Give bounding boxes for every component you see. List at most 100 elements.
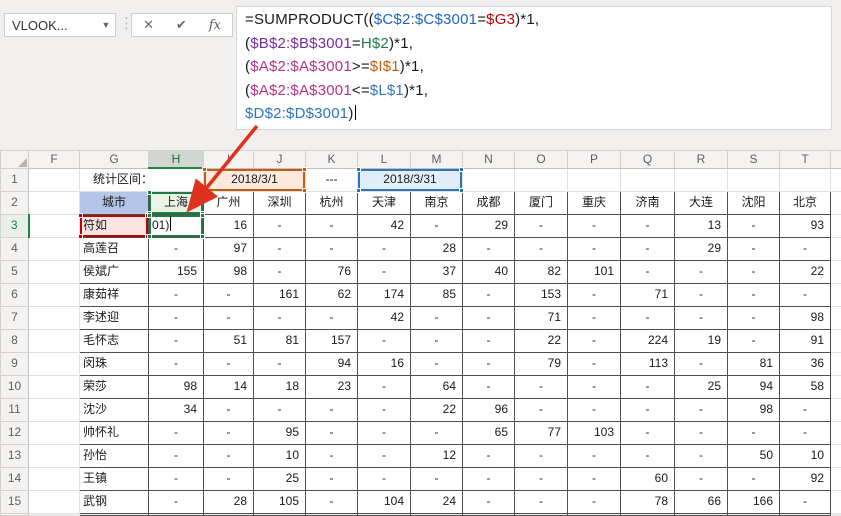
cell-O2-header[interactable]: 厦门 (515, 191, 568, 214)
cell-Q15[interactable]: 78 (621, 490, 675, 513)
cell-I16[interactable] (204, 513, 254, 515)
cell-G16[interactable] (80, 513, 149, 515)
cell-L15[interactable]: 104 (358, 490, 411, 513)
cell-O9[interactable]: 79 (515, 352, 568, 375)
column-header-R[interactable]: R (675, 151, 728, 169)
cell-N4[interactable]: - (463, 237, 515, 260)
cell-K7[interactable]: - (306, 306, 358, 329)
cell-N6[interactable]: - (463, 283, 515, 306)
cell-P6[interactable]: - (568, 283, 621, 306)
cell-L8[interactable]: - (358, 329, 411, 352)
cell-U5[interactable] (831, 260, 841, 283)
cell-N16[interactable] (463, 513, 515, 515)
cell-F15[interactable] (29, 490, 80, 513)
cell-P5[interactable]: 101 (568, 260, 621, 283)
cell-K4[interactable]: - (306, 237, 358, 260)
cell-P4[interactable]: - (568, 237, 621, 260)
range-handle[interactable] (200, 190, 205, 195)
cell-F9[interactable] (29, 352, 80, 375)
cell-O3[interactable]: - (515, 214, 568, 237)
range-handle[interactable] (202, 167, 207, 172)
cell-M15[interactable]: 24 (411, 490, 463, 513)
cell-P14[interactable]: - (568, 467, 621, 490)
cell-N1[interactable] (463, 168, 515, 191)
cell-G14[interactable]: 王镇 (80, 467, 149, 490)
range-handle[interactable] (200, 234, 205, 239)
cell-H15[interactable]: - (149, 490, 204, 513)
cell-F12[interactable] (29, 421, 80, 444)
cell-I11[interactable]: - (204, 398, 254, 421)
cell-F5[interactable] (29, 260, 80, 283)
select-all-corner[interactable] (1, 151, 29, 169)
cell-O5[interactable]: 82 (515, 260, 568, 283)
cell-R5[interactable]: - (675, 260, 728, 283)
cell-R10[interactable]: 25 (675, 375, 728, 398)
cell-T3[interactable]: 93 (780, 214, 831, 237)
row-header-5[interactable]: 5 (1, 260, 29, 283)
column-header-S[interactable]: S (728, 151, 780, 169)
cell-J2-header[interactable]: 深圳 (254, 191, 306, 214)
cell-I3[interactable]: 16 (204, 214, 254, 237)
row-header-2[interactable]: 2 (1, 191, 29, 214)
cell-K14[interactable]: - (306, 467, 358, 490)
cell-I7[interactable]: - (204, 306, 254, 329)
cell-F1[interactable] (29, 168, 80, 191)
cell-I15[interactable]: 28 (204, 490, 254, 513)
cell-H11[interactable]: 34 (149, 398, 204, 421)
cell-O16[interactable] (515, 513, 568, 515)
cell-R6[interactable]: - (675, 283, 728, 306)
cell-H7[interactable]: - (149, 306, 204, 329)
cancel-icon[interactable]: ✕ (143, 17, 154, 33)
cell-Q16[interactable] (621, 513, 675, 515)
row-header-10[interactable]: 10 (1, 375, 29, 398)
row-header-11[interactable]: 11 (1, 398, 29, 421)
cell-U11[interactable] (831, 398, 841, 421)
cell-S5[interactable]: - (728, 260, 780, 283)
cell-K10[interactable]: 23 (306, 375, 358, 398)
cell-K2-header[interactable]: 杭州 (306, 191, 358, 214)
cell-K15[interactable]: - (306, 490, 358, 513)
cell-Q10[interactable]: - (621, 375, 675, 398)
name-box-dropdown-icon[interactable]: ▼ (97, 20, 115, 30)
cell-O11[interactable]: - (515, 398, 568, 421)
cell-S7[interactable]: - (728, 306, 780, 329)
cell-I1-start-date[interactable]: 2018/3/1 (204, 168, 306, 191)
cell-I9[interactable]: - (204, 352, 254, 375)
cell-T4[interactable]: - (780, 237, 831, 260)
column-header-H[interactable]: H (149, 151, 204, 169)
cell-F13[interactable] (29, 444, 80, 467)
cell-H5[interactable]: 155 (149, 260, 204, 283)
range-handle[interactable] (147, 213, 152, 218)
cell-O4[interactable]: - (515, 237, 568, 260)
cell-S10[interactable]: 94 (728, 375, 780, 398)
cell-T8[interactable]: 91 (780, 329, 831, 352)
cell-R16[interactable] (675, 513, 728, 515)
cell-L3[interactable]: 42 (358, 214, 411, 237)
column-header-M[interactable]: M (411, 151, 463, 169)
column-header-G[interactable]: G (80, 151, 149, 169)
cell-U6[interactable] (831, 283, 841, 306)
cell-H4[interactable]: - (149, 237, 204, 260)
cell-N8[interactable]: - (463, 329, 515, 352)
formula-input[interactable]: =SUMPRODUCT(($C$2:$C$3001=$G3)*1,($B$2:$… (236, 6, 832, 130)
cell-K9[interactable]: 94 (306, 352, 358, 375)
range-handle[interactable] (78, 234, 83, 239)
cell-P3[interactable]: - (568, 214, 621, 237)
cell-O13[interactable]: - (515, 444, 568, 467)
cell-T13[interactable]: 10 (780, 444, 831, 467)
cell-Q12[interactable]: - (621, 421, 675, 444)
cell-U4[interactable] (831, 237, 841, 260)
cell-N10[interactable]: - (463, 375, 515, 398)
row-header-8[interactable]: 8 (1, 329, 29, 352)
range-handle[interactable] (356, 188, 361, 193)
range-handle[interactable] (147, 234, 152, 239)
cell-J10[interactable]: 18 (254, 375, 306, 398)
cell-U2[interactable] (831, 191, 841, 214)
column-header-partial[interactable] (831, 151, 841, 169)
column-header-L[interactable]: L (358, 151, 411, 169)
cell-F14[interactable] (29, 467, 80, 490)
cell-I8[interactable]: 51 (204, 329, 254, 352)
range-handle[interactable] (356, 167, 361, 172)
cell-O14[interactable]: - (515, 467, 568, 490)
cell-Q2-header[interactable]: 济南 (621, 191, 675, 214)
